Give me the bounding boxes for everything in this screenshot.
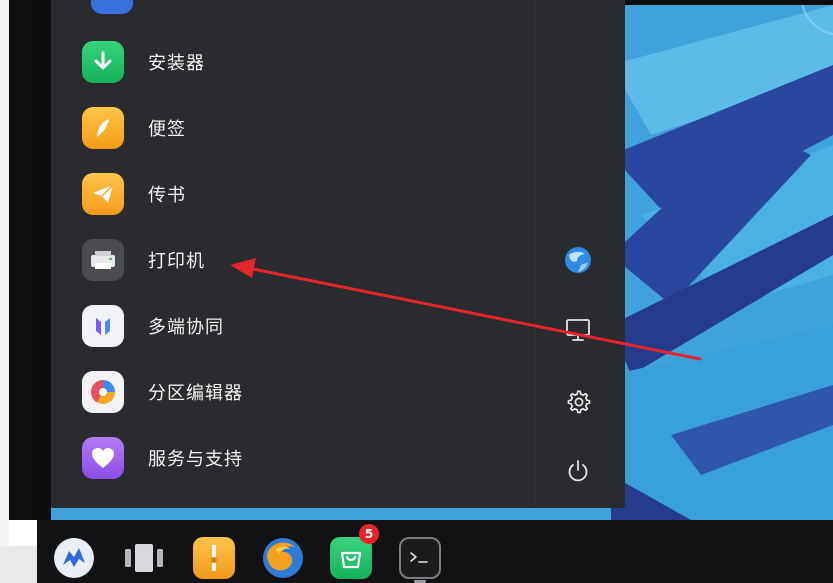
multitask-view-icon[interactable] [123, 537, 165, 579]
menu-item-partition-editor[interactable]: 分区编辑器 [73, 364, 513, 420]
screen-edge-dark [9, 0, 37, 520]
notes-icon [82, 107, 124, 149]
partition-editor-icon [82, 371, 124, 413]
menu-item-notes[interactable]: 便签 [73, 100, 513, 156]
multi-device-icon [82, 305, 124, 347]
menu-item-installer[interactable]: 安装器 [73, 34, 513, 90]
installer-icon [82, 41, 124, 83]
screen-edge-left [0, 0, 9, 583]
menu-item-label: 传书 [148, 185, 186, 206]
printer-icon [82, 239, 124, 281]
browser-icon[interactable] [561, 243, 595, 277]
power-icon[interactable] [561, 454, 595, 488]
menu-item-label: 分区编辑器 [148, 383, 243, 404]
kylin-start-icon[interactable] [53, 537, 95, 579]
send-file-icon [82, 173, 124, 215]
display-icon[interactable] [561, 313, 595, 347]
terminal-icon[interactable] [399, 537, 441, 579]
menu-item-printer[interactable]: 打印机 [73, 232, 513, 288]
menu-item-label: 多端协同 [148, 317, 224, 338]
service-support-icon [82, 437, 124, 479]
menu-item-label: 便签 [148, 119, 186, 140]
screen-edge-light [0, 546, 37, 583]
taskbar [37, 520, 833, 583]
firefox-icon[interactable] [262, 537, 304, 579]
menu-item-service-support[interactable]: 服务与支持 [73, 430, 513, 486]
app-list: 安装器 便签 传书 打印机 多端协同 分区编辑器 服务与支持 [51, 0, 535, 508]
start-menu: 安装器 便签 传书 打印机 多端协同 分区编辑器 服务与支持 [51, 0, 625, 508]
menu-item-send-file[interactable]: 传书 [73, 166, 513, 222]
menu-item-multi-device[interactable]: 多端协同 [73, 298, 513, 354]
menu-item-label: 打印机 [148, 251, 205, 272]
start-menu-side-panel [535, 0, 625, 508]
file-manager-icon[interactable] [193, 537, 235, 579]
settings-gear-icon[interactable] [561, 384, 595, 418]
partial-app-icon[interactable] [91, 0, 133, 14]
menu-item-label: 服务与支持 [148, 449, 243, 470]
notification-badge: 5 [359, 524, 379, 544]
menu-item-label: 安装器 [148, 53, 205, 74]
